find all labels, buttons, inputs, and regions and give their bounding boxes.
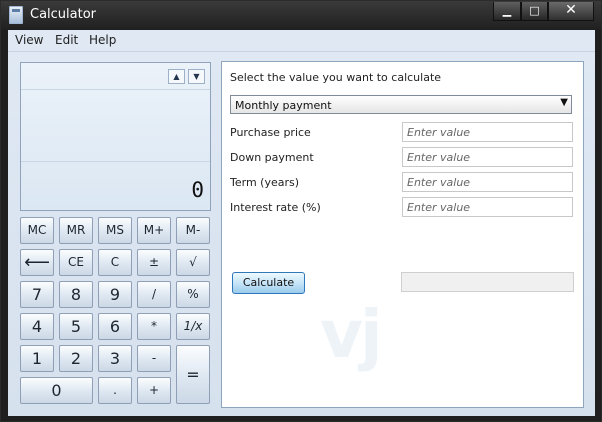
calculator-icon	[9, 6, 23, 24]
digit-5-button[interactable]: 5	[59, 313, 93, 340]
term-years-input[interactable]	[402, 172, 573, 192]
selected-calculation-value: Monthly payment	[235, 99, 332, 112]
mortgage-worksheet-panel: Select the value you want to calculate M…	[221, 61, 584, 408]
term-years-label: Term (years)	[230, 176, 300, 189]
memory-add-button[interactable]: M+	[137, 217, 171, 244]
percent-button[interactable]: %	[176, 281, 210, 308]
down-payment-input[interactable]	[402, 147, 573, 167]
subtract-button[interactable]: -	[137, 345, 171, 372]
equals-button[interactable]: =	[176, 345, 210, 404]
memory-subtract-button[interactable]: M-	[176, 217, 210, 244]
window-title: Calculator	[30, 7, 97, 22]
digit-9-button[interactable]: 9	[98, 281, 132, 308]
purchase-price-label: Purchase price	[230, 126, 311, 139]
client-area: ▲ ▼ 0 MC MR MS M+ M- ⟵ CE C ± √ 7 8 9 / …	[8, 52, 595, 416]
reciprocal-button[interactable]: 1/x	[176, 313, 210, 340]
close-button[interactable]: ✕	[548, 2, 594, 21]
purchase-price-input[interactable]	[402, 122, 573, 142]
down-payment-label: Down payment	[230, 151, 314, 164]
interest-rate-label: Interest rate (%)	[230, 201, 321, 214]
digit-6-button[interactable]: 6	[98, 313, 132, 340]
history-area	[21, 89, 210, 162]
dropdown-arrow-icon: ▼	[560, 97, 568, 108]
calculate-button[interactable]: Calculate	[232, 272, 305, 294]
digit-2-button[interactable]: 2	[59, 345, 93, 372]
menu-bar: View Edit Help	[8, 30, 595, 52]
digit-8-button[interactable]: 8	[59, 281, 93, 308]
title-bar[interactable]: Calculator ▁ □ ✕	[1, 1, 601, 29]
maximize-button[interactable]: □	[521, 2, 548, 21]
memory-store-button[interactable]: MS	[98, 217, 132, 244]
sign-button[interactable]: ±	[137, 249, 171, 276]
menu-view[interactable]: View	[15, 33, 43, 47]
result-field	[401, 272, 574, 292]
watermark-logo: vj	[320, 296, 383, 373]
history-down-button[interactable]: ▼	[188, 69, 205, 84]
digit-4-button[interactable]: 4	[20, 313, 54, 340]
divide-button[interactable]: /	[137, 281, 171, 308]
menu-edit[interactable]: Edit	[55, 33, 78, 47]
digit-0-button[interactable]: 0	[20, 377, 93, 404]
digit-3-button[interactable]: 3	[98, 345, 132, 372]
clear-button[interactable]: C	[98, 249, 132, 276]
multiply-button[interactable]: *	[137, 313, 171, 340]
clear-entry-button[interactable]: CE	[59, 249, 93, 276]
history-up-button[interactable]: ▲	[168, 69, 185, 84]
digit-1-button[interactable]: 1	[20, 345, 54, 372]
display-value: 0	[191, 178, 204, 202]
backspace-button[interactable]: ⟵	[20, 249, 54, 276]
calculate-value-select[interactable]: Monthly payment ▼	[230, 95, 572, 114]
minimize-button[interactable]: ▁	[493, 2, 521, 21]
digit-7-button[interactable]: 7	[20, 281, 54, 308]
calculator-display: ▲ ▼ 0	[20, 62, 211, 211]
memory-clear-button[interactable]: MC	[20, 217, 54, 244]
worksheet-prompt: Select the value you want to calculate	[230, 71, 442, 84]
square-root-button[interactable]: √	[176, 249, 210, 276]
memory-recall-button[interactable]: MR	[59, 217, 93, 244]
calculator-window: Calculator ▁ □ ✕ View Edit Help ▲ ▼ 0 MC…	[0, 0, 602, 422]
interest-rate-input[interactable]	[402, 197, 573, 217]
menu-help[interactable]: Help	[89, 33, 116, 47]
add-button[interactable]: +	[137, 377, 171, 404]
decimal-button[interactable]: .	[98, 377, 132, 404]
